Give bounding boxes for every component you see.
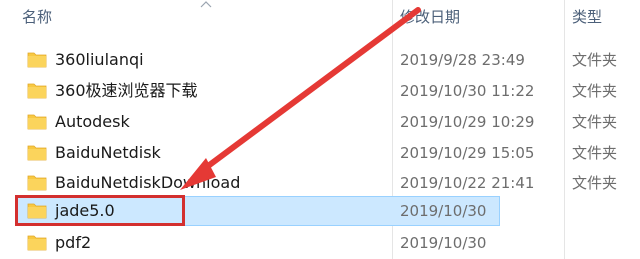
sort-chevron-icon <box>200 1 212 8</box>
column-header: 名称 修改日期 类型 <box>0 0 640 34</box>
annotation-highlight-box <box>15 195 185 226</box>
file-name: BaiduNetdisk <box>55 143 161 162</box>
file-date: 2019/10/29 10:29 <box>400 113 535 131</box>
file-name: 360liulanqi <box>55 50 144 69</box>
list-item[interactable]: 360liulanqi 2019/9/28 23:49 文件夹 <box>0 45 640 75</box>
file-date: 2019/10/30 <box>400 202 487 220</box>
file-date: 2019/10/30 11:22 <box>400 82 535 100</box>
file-name: Autodesk <box>55 112 130 131</box>
list-item[interactable]: BaiduNetdisk 2019/10/29 15:05 文件夹 <box>0 138 640 168</box>
file-type: 文件夹 <box>572 51 618 69</box>
column-name-header[interactable]: 名称 <box>22 0 52 34</box>
list-item[interactable]: pdf2 2019/10/30 <box>0 228 640 258</box>
list-item[interactable]: Autodesk 2019/10/29 10:29 文件夹 <box>0 107 640 137</box>
list-item[interactable]: BaiduNetdiskDownload 2019/10/22 21:41 文件… <box>0 168 640 198</box>
file-name: pdf2 <box>55 233 92 252</box>
column-date-header[interactable]: 修改日期 <box>400 0 460 34</box>
file-type: 文件夹 <box>572 144 618 162</box>
file-type: 文件夹 <box>572 113 618 131</box>
file-date: 2019/10/22 21:41 <box>400 174 535 192</box>
folder-icon <box>27 83 47 99</box>
folder-icon <box>27 145 47 161</box>
column-type-header[interactable]: 类型 <box>572 0 602 34</box>
file-date: 2019/9/28 23:49 <box>400 51 525 69</box>
file-name: BaiduNetdiskDownload <box>55 173 241 192</box>
folder-icon <box>27 175 47 191</box>
file-date: 2019/10/30 <box>400 234 487 252</box>
folder-icon <box>27 52 47 68</box>
folder-icon <box>27 235 47 251</box>
file-date: 2019/10/29 15:05 <box>400 144 535 162</box>
file-name: 360极速浏览器下载 <box>55 81 198 100</box>
file-type: 文件夹 <box>572 82 618 100</box>
file-type: 文件夹 <box>572 174 618 192</box>
list-item[interactable]: 360极速浏览器下载 2019/10/30 11:22 文件夹 <box>0 76 640 106</box>
folder-icon <box>27 114 47 130</box>
